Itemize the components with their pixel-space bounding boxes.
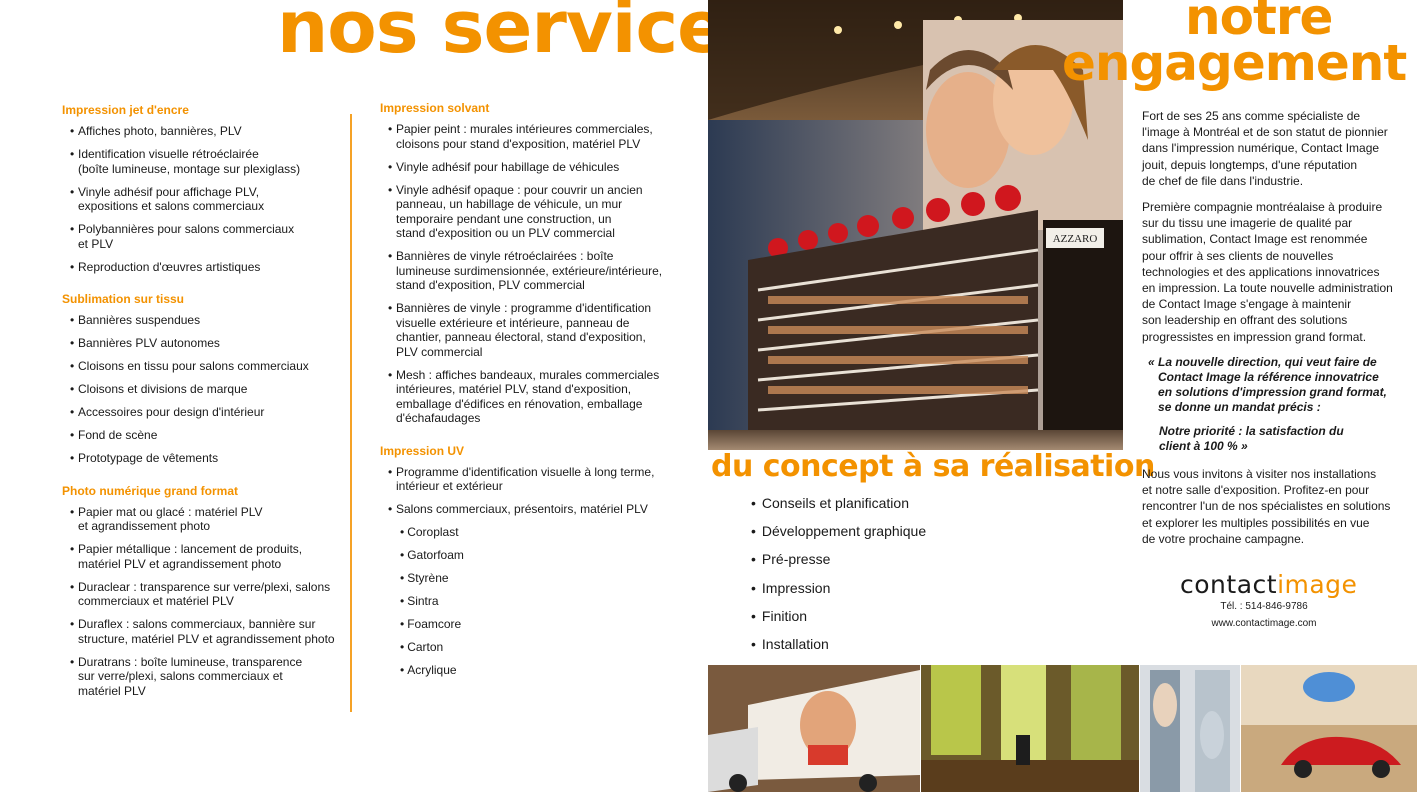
service-section: Impression jet d'encre Affiches photo, ba… [62, 103, 347, 274]
service-item: Fond de scène [70, 428, 347, 443]
priority-quote: Notre priorité : la satisfaction du clie… [1159, 423, 1344, 453]
service-item: Cloisons en tissu pour salons commerciau… [70, 359, 347, 374]
service-item: Papier métallique : lancement de produit… [70, 542, 347, 571]
material-item: Styrène [400, 571, 680, 586]
engagement-paragraph: Fort de ses 25 ans comme spécialiste de … [1142, 109, 1388, 188]
concept-title: du concept à sa réalisation [711, 449, 1155, 484]
service-section: Impression UV Programme d'identification … [380, 444, 680, 678]
material-item: Gatorfoam [400, 548, 680, 563]
service-item: Papier mat ou glacé : matériel PLV et ag… [70, 505, 347, 534]
service-item: Programme d'identification visuelle à lo… [388, 465, 680, 494]
service-item: Vinyle adhésif pour affichage PLV, expos… [70, 185, 347, 214]
service-item: Polybannières pour salons commerciaux et… [70, 222, 347, 251]
service-item: Bannières suspendues [70, 313, 347, 328]
service-list: Bannières suspendues Bannières PLV autono… [62, 313, 347, 466]
service-list: Affiches photo, bannières, PLV Identifica… [62, 124, 347, 274]
engagement-paragraph: Première compagnie montréalaise à produi… [1142, 200, 1393, 344]
section-heading: Impression solvant [380, 101, 490, 115]
concept-step: Impression [751, 579, 926, 597]
service-list: Programme d'identification visuelle à lo… [380, 465, 680, 517]
service-item: Prototypage de vêtements [70, 451, 347, 466]
service-item: Duraclear : transparence sur verre/plexi… [70, 580, 347, 609]
store-photo: AZZARO [708, 0, 1123, 450]
service-item: Salons commerciaux, présentoirs, matérie… [388, 502, 680, 517]
service-item: Bannières PLV autonomes [70, 336, 347, 351]
contact-logo: contactimage [1180, 570, 1357, 599]
mandate-quote: « La nouvelle direction, qui veut faire … [1148, 354, 1387, 415]
material-list: Coroplast Gatorfoam Styrène Sintra Foamcore C… [380, 525, 680, 678]
service-section: Impression solvant Papier peint : murales… [380, 101, 680, 426]
service-item: Vinyle adhésif opaque : pour couvrir un … [388, 183, 680, 241]
concept-steps: Conseils et planification Développement … [751, 494, 926, 663]
logo-word-image: image [1277, 570, 1358, 599]
service-section: Photo numérique grand format Papier mat o… [62, 484, 347, 699]
service-item: Affiches photo, bannières, PLV [70, 124, 347, 139]
truck-photo [708, 665, 920, 792]
material-item: Carton [400, 640, 680, 655]
concept-step: Installation [751, 635, 926, 653]
service-item: Accessoires pour design d'intérieur [70, 405, 347, 420]
invitation-paragraph: Nous vous invitons à visiter nos install… [1142, 467, 1391, 546]
material-item: Coroplast [400, 525, 680, 540]
material-item: Acrylique [400, 663, 680, 678]
concept-step: Conseils et planification [751, 494, 926, 512]
store-photo-illustration: AZZARO [708, 0, 1123, 450]
service-item: Bannières de vinyle : programme d'identi… [388, 301, 680, 359]
service-item: Identification visuelle rétroéclairée (b… [70, 147, 347, 176]
service-section: Sublimation sur tissu Bannières suspendue… [62, 292, 347, 466]
section-heading: Impression jet d'encre [62, 103, 189, 117]
material-item: Foamcore [400, 617, 680, 632]
section-heading: Sublimation sur tissu [62, 292, 185, 306]
service-item: Duraflex : salons commerciaux, bannière … [70, 617, 347, 646]
concept-step: Finition [751, 607, 926, 625]
fabric-banners-photo [1140, 665, 1240, 792]
service-item: Papier peint : murales intérieures comme… [388, 122, 680, 151]
service-list: Papier mat ou glacé : matériel PLV et ag… [62, 505, 347, 699]
section-heading: Impression UV [380, 443, 465, 458]
concept-step: Pré-presse [751, 550, 926, 568]
services-column-1: Impression jet d'encre Affiches photo, ba… [62, 103, 347, 716]
service-list: Papier peint : murales intérieures comme… [380, 122, 680, 426]
concept-step: Développement graphique [751, 522, 926, 540]
service-item: Reproduction d'œuvres artistiques [70, 260, 347, 275]
service-item: Duratrans : boîte lumineuse, transparenc… [70, 655, 347, 699]
services-title: nos services [277, 0, 768, 69]
services-column-2: Impression solvant Papier peint : murales… [380, 101, 680, 696]
engagement-text: Fort de ses 25 ans comme spécialiste de … [1142, 108, 1410, 557]
service-item: Mesh : affiches bandeaux, murales commer… [388, 368, 680, 426]
azzaro-sign: AZZARO [1053, 233, 1098, 245]
material-item: Sintra [400, 594, 680, 609]
phone-number: Tél. : 514-846-9786 [1220, 601, 1308, 612]
logo-word-contact: contact [1180, 570, 1278, 599]
service-item: Cloisons et divisions de marque [70, 382, 347, 397]
service-item: Vinyle adhésif pour habillage de véhicul… [388, 160, 680, 175]
column-divider [350, 114, 352, 712]
engagement-title-line2: engagement [1062, 34, 1407, 92]
car-showroom-photo [1241, 665, 1417, 792]
service-item: Bannières de vinyle rétroéclairées : boî… [388, 249, 680, 293]
office-photo [921, 665, 1139, 792]
website-link[interactable]: www.contactimage.com [1180, 618, 1348, 629]
section-heading: Photo numérique grand format [62, 483, 239, 498]
